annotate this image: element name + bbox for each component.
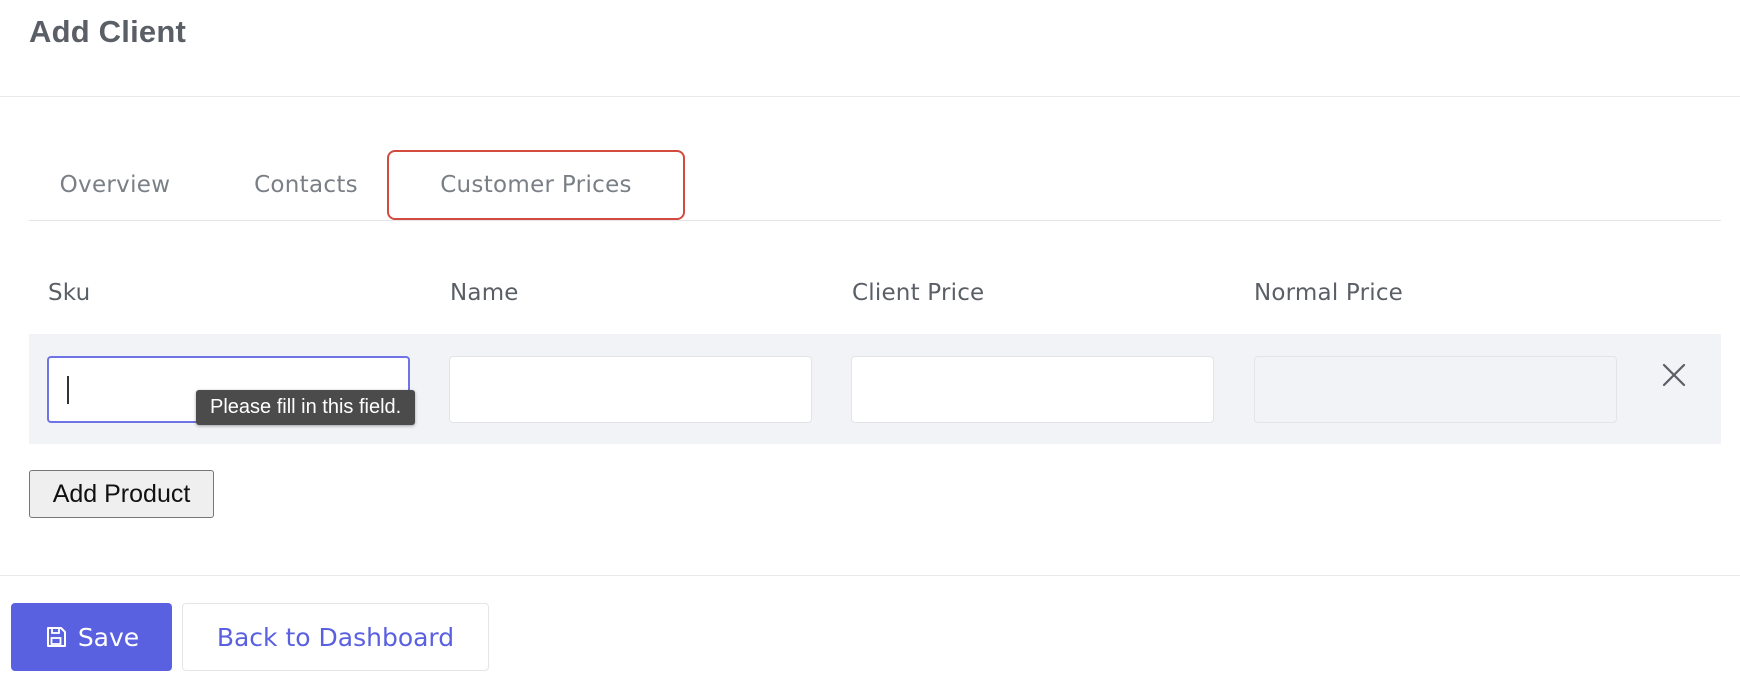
floppy-disk-icon bbox=[46, 627, 66, 647]
text-caret bbox=[67, 375, 69, 404]
save-button[interactable]: Save bbox=[11, 603, 172, 671]
tab-customer-prices[interactable]: Customer Prices bbox=[387, 150, 685, 220]
save-button-label: Save bbox=[77, 622, 140, 652]
tab-overview[interactable]: Overview bbox=[29, 150, 201, 220]
column-header-normal-price: Normal Price bbox=[1254, 280, 1404, 306]
add-client-page: Add Client Overview Contacts Customer Pr… bbox=[0, 0, 1740, 679]
add-product-button[interactable]: Add Product bbox=[29, 470, 214, 518]
tab-bar: Overview Contacts Customer Prices bbox=[29, 150, 1721, 221]
page-title: Add Client bbox=[29, 14, 186, 49]
normal-price-input bbox=[1254, 356, 1617, 423]
validation-tooltip: Please fill in this field. bbox=[196, 390, 416, 425]
name-input[interactable] bbox=[449, 356, 812, 423]
tab-contacts[interactable]: Contacts bbox=[225, 150, 387, 220]
close-icon[interactable] bbox=[1657, 358, 1691, 392]
column-header-sku: Sku bbox=[48, 280, 91, 306]
client-price-input[interactable] bbox=[851, 356, 1214, 423]
product-row bbox=[29, 334, 1721, 444]
back-to-dashboard-button[interactable]: Back to Dashboard bbox=[182, 603, 489, 671]
page-header: Add Client bbox=[0, 0, 1740, 97]
footer-divider bbox=[0, 575, 1740, 576]
column-header-name: Name bbox=[450, 280, 519, 306]
column-header-client-price: Client Price bbox=[852, 280, 985, 306]
